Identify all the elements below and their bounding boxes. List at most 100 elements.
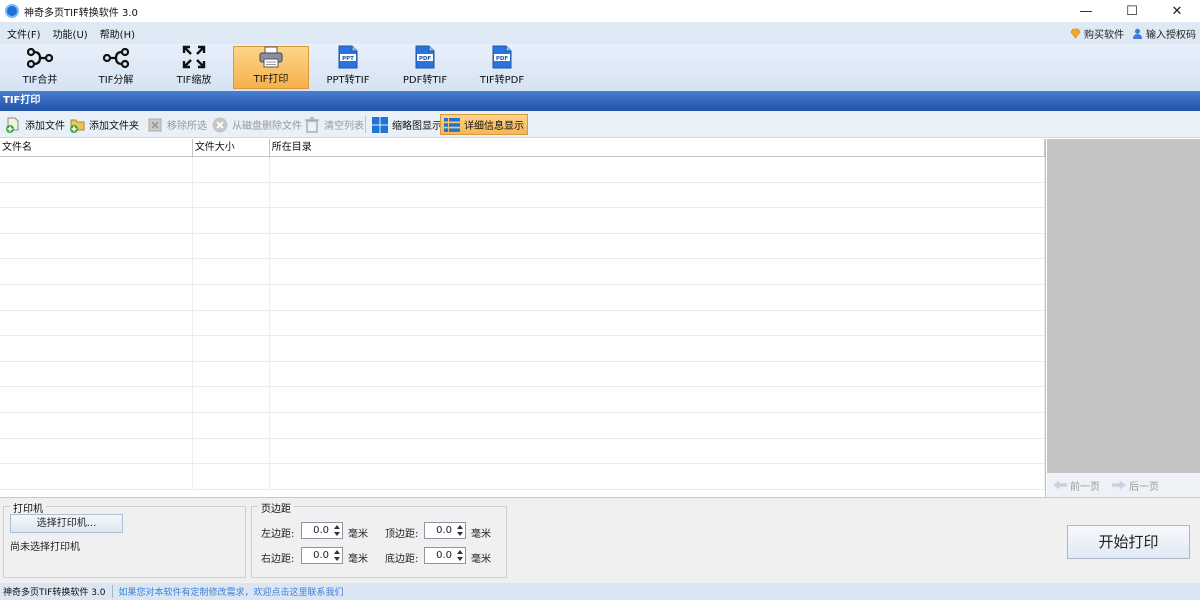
spin-arrows-icon[interactable] xyxy=(333,524,341,537)
contact-link[interactable]: 如果您对本软件有定制修改需求，欢迎点击这里联系我们 xyxy=(113,585,344,598)
table-cell xyxy=(0,387,193,412)
table-row[interactable] xyxy=(0,336,1045,362)
tool-label: TIF合并 xyxy=(22,75,58,86)
status-app-name: 神奇多页TIF转换软件 3.0 xyxy=(0,585,113,598)
table-cell xyxy=(0,208,193,233)
spin-arrows-icon[interactable] xyxy=(333,549,341,562)
tool-tif-print[interactable]: TIF打印 xyxy=(233,46,309,89)
clear-list-label: 清空列表 xyxy=(324,121,364,132)
tool-label: TIF缩放 xyxy=(176,75,212,86)
pdf-file-icon: PDF xyxy=(489,45,515,69)
close-button[interactable]: ✕ xyxy=(1154,0,1200,22)
remove-selected-button[interactable]: 移除所选 xyxy=(144,114,207,135)
buy-software-label: 购买软件 xyxy=(1084,29,1124,41)
left-margin-label: 左边距: xyxy=(261,529,295,540)
table-row[interactable] xyxy=(0,310,1045,337)
table-cell xyxy=(0,464,193,489)
column-header-filename[interactable]: 文件名 xyxy=(0,139,193,156)
printer-icon xyxy=(258,46,284,68)
right-margin-stepper[interactable]: 0.0 xyxy=(301,547,343,564)
delete-from-disk-label: 从磁盘删除文件 xyxy=(232,121,302,132)
top-margin-unit: 毫米 xyxy=(471,529,491,540)
tool-tif-merge[interactable]: TIF合并 xyxy=(2,46,78,89)
margins-group: 页边距 左边距: 0.0 毫米 顶边距: 0.0 毫米 右边距: 0.0 毫米 … xyxy=(251,500,507,578)
tool-ppt-to-tif[interactable]: PPT PPT转TIF xyxy=(310,45,386,89)
tool-tif-resize[interactable]: TIF缩放 xyxy=(156,45,232,89)
table-cell xyxy=(193,336,270,361)
title-bar: 神奇多页TIF转换软件 3.0 — ☐ ✕ xyxy=(0,0,1200,22)
prev-page-button[interactable]: 前一页 xyxy=(1070,478,1100,493)
table-cell xyxy=(0,284,193,310)
table-row[interactable] xyxy=(0,464,1045,490)
user-icon xyxy=(1132,28,1143,39)
table-cell xyxy=(193,233,270,259)
arrow-right-icon xyxy=(1112,480,1126,490)
menu-help[interactable]: 帮助(H) xyxy=(94,26,141,41)
table-row[interactable] xyxy=(0,284,1045,311)
tool-label: PPT转TIF xyxy=(326,75,370,86)
resize-icon xyxy=(181,45,207,69)
remove-icon xyxy=(146,116,164,134)
clear-list-button[interactable]: 清空列表 xyxy=(301,114,364,135)
minimize-button[interactable]: — xyxy=(1063,0,1109,22)
thumbnail-view-button[interactable]: 缩略图显示 xyxy=(369,114,442,135)
table-cell xyxy=(193,464,270,489)
tool-pdf-to-tif[interactable]: PDF PDF转TIF xyxy=(387,45,463,89)
buy-software-link[interactable]: 购买软件 xyxy=(1070,26,1124,41)
table-row[interactable] xyxy=(0,438,1045,465)
table-cell xyxy=(0,233,193,259)
next-page-button[interactable]: 后一页 xyxy=(1129,478,1159,493)
table-cell xyxy=(270,387,1045,412)
menu-function[interactable]: 功能(U) xyxy=(47,26,94,41)
table-cell xyxy=(270,182,1045,208)
add-folder-button[interactable]: 添加文件夹 xyxy=(66,114,139,135)
table-cell xyxy=(0,310,193,336)
add-file-label: 添加文件 xyxy=(25,121,65,132)
table-cell xyxy=(0,259,193,284)
tool-label: TIF分解 xyxy=(98,75,134,86)
table-cell xyxy=(270,336,1045,361)
add-file-button[interactable]: 添加文件 xyxy=(2,114,65,135)
table-cell xyxy=(270,310,1045,336)
maximize-button[interactable]: ☐ xyxy=(1109,0,1155,22)
table-row[interactable] xyxy=(0,233,1045,260)
table-cell xyxy=(193,412,270,438)
table-row[interactable] xyxy=(0,157,1045,183)
bottom-margin-stepper[interactable]: 0.0 xyxy=(424,547,466,564)
remove-selected-label: 移除所选 xyxy=(167,121,207,132)
file-list-table[interactable]: 文件名 文件大小 所在目录 xyxy=(0,139,1046,497)
delete-from-disk-button[interactable]: 从磁盘删除文件 xyxy=(209,114,302,135)
menu-file[interactable]: 文件(F) xyxy=(1,26,47,41)
table-row[interactable] xyxy=(0,259,1045,285)
column-header-directory[interactable]: 所在目录 xyxy=(270,139,1045,156)
spin-arrows-icon[interactable] xyxy=(456,524,464,537)
top-margin-stepper[interactable]: 0.0 xyxy=(424,522,466,539)
section-title: TIF打印 xyxy=(0,91,1200,111)
select-printer-button[interactable]: 选择打印机... xyxy=(10,514,123,533)
table-cell xyxy=(270,412,1045,438)
trash-icon xyxy=(303,116,321,134)
table-row[interactable] xyxy=(0,361,1045,388)
tool-tif-to-pdf[interactable]: PDF TIF转PDF xyxy=(464,45,540,89)
detail-view-button[interactable]: 详细信息显示 xyxy=(440,114,528,135)
table-cell xyxy=(270,157,1045,182)
table-cell xyxy=(270,208,1045,233)
table-cell xyxy=(193,387,270,412)
tool-tif-split[interactable]: TIF分解 xyxy=(78,46,154,89)
table-body xyxy=(0,157,1045,490)
table-row[interactable] xyxy=(0,182,1045,209)
preview-panel xyxy=(1047,139,1200,473)
enter-license-link[interactable]: 输入授权码 xyxy=(1132,26,1196,41)
table-cell xyxy=(193,259,270,284)
table-row[interactable] xyxy=(0,208,1045,234)
spin-arrows-icon[interactable] xyxy=(456,549,464,562)
column-header-filesize[interactable]: 文件大小 xyxy=(193,139,270,156)
arrow-left-icon xyxy=(1053,480,1067,490)
table-header: 文件名 文件大小 所在目录 xyxy=(0,139,1045,157)
table-row[interactable] xyxy=(0,412,1045,439)
split-icon xyxy=(103,46,129,69)
start-print-button[interactable]: 开始打印 xyxy=(1067,525,1190,559)
left-margin-stepper[interactable]: 0.0 xyxy=(301,522,343,539)
table-row[interactable] xyxy=(0,387,1045,413)
menu-bar: 文件(F) 功能(U) 帮助(H) 购买软件 输入授权码 xyxy=(0,22,1200,44)
